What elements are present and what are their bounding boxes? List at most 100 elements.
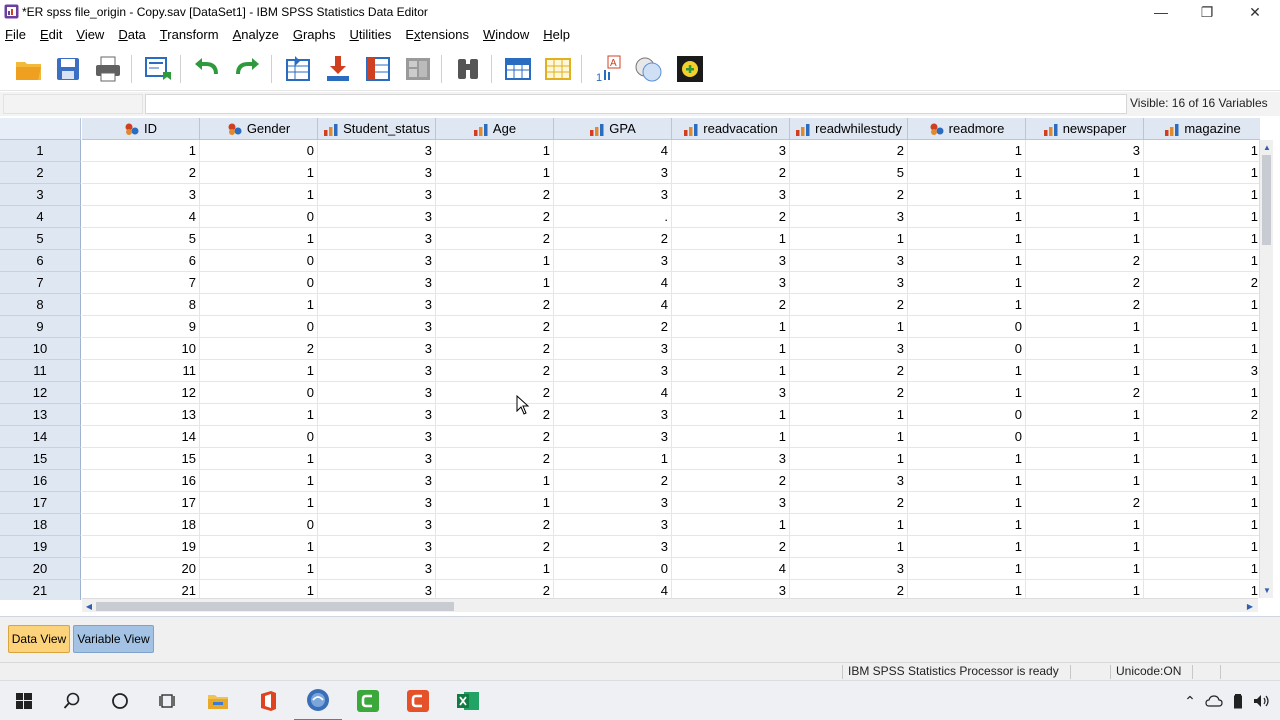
data-cell[interactable]: 20	[82, 558, 200, 580]
data-cell[interactable]: 3	[790, 272, 908, 294]
data-cell[interactable]: 3	[318, 294, 436, 316]
data-cell[interactable]: 3	[554, 514, 672, 536]
data-cell[interactable]: 1	[1144, 184, 1260, 206]
data-cell[interactable]: 3	[790, 470, 908, 492]
data-cell[interactable]: 1	[1144, 580, 1260, 600]
data-cell[interactable]: 3	[672, 140, 790, 162]
data-cell[interactable]: 1	[908, 580, 1026, 600]
data-cell[interactable]: 2	[672, 536, 790, 558]
grid-corner[interactable]	[0, 118, 81, 140]
vertical-scroll-thumb[interactable]	[1262, 155, 1271, 245]
data-cell[interactable]: 1	[436, 250, 554, 272]
data-cell[interactable]: 1	[908, 206, 1026, 228]
camtasia-recorder-icon[interactable]	[394, 681, 442, 720]
scroll-left-icon[interactable]: ◀	[83, 600, 95, 612]
data-cell[interactable]: 1	[672, 316, 790, 338]
data-cell[interactable]: 2	[672, 162, 790, 184]
data-cell[interactable]: .	[554, 206, 672, 228]
data-cell[interactable]: 1	[672, 228, 790, 250]
data-cell[interactable]: 1	[908, 360, 1026, 382]
data-cell[interactable]: 2	[790, 360, 908, 382]
data-cell[interactable]: 13	[82, 404, 200, 426]
data-cell[interactable]: 1	[1144, 470, 1260, 492]
data-cell[interactable]: 2	[436, 184, 554, 206]
data-cell[interactable]: 3	[554, 338, 672, 360]
data-cell[interactable]: 1	[1026, 580, 1144, 600]
scroll-right-icon[interactable]: ▶	[1244, 600, 1256, 612]
spss-icon[interactable]	[294, 681, 342, 720]
insert-cases-button[interactable]	[501, 52, 535, 86]
row-header[interactable]: 11	[0, 360, 81, 382]
data-cell[interactable]: 4	[554, 294, 672, 316]
menu-help[interactable]: Help	[538, 24, 579, 46]
data-cell[interactable]: 2	[790, 492, 908, 514]
column-header-student_status[interactable]: Student_status	[318, 118, 436, 140]
data-cell[interactable]: 2	[1144, 404, 1260, 426]
undo-button[interactable]	[190, 52, 224, 86]
data-cell[interactable]: 1	[908, 250, 1026, 272]
data-cell[interactable]: 1	[1144, 140, 1260, 162]
data-cell[interactable]: 1	[82, 140, 200, 162]
row-header[interactable]: 7	[0, 272, 81, 294]
data-cell[interactable]: 2	[436, 536, 554, 558]
data-cell[interactable]: 1	[1144, 206, 1260, 228]
data-cell[interactable]: 3	[554, 404, 672, 426]
data-cell[interactable]: 2	[436, 338, 554, 360]
data-cell[interactable]: 3	[672, 580, 790, 600]
data-cell[interactable]: 5	[82, 228, 200, 250]
camtasia-icon[interactable]	[344, 681, 392, 720]
column-header-age[interactable]: Age	[436, 118, 554, 140]
office-icon[interactable]	[244, 681, 292, 720]
data-cell[interactable]: 2	[1026, 250, 1144, 272]
row-header[interactable]: 5	[0, 228, 81, 250]
horizontal-scrollbar[interactable]: ◀ ▶	[82, 598, 1258, 612]
search-icon[interactable]	[48, 681, 96, 720]
menu-analyze[interactable]: Analyze	[228, 24, 288, 46]
data-cell[interactable]: 3	[318, 140, 436, 162]
row-header[interactable]: 10	[0, 338, 81, 360]
find-button[interactable]	[451, 52, 485, 86]
excel-icon[interactable]	[444, 681, 492, 720]
data-cell[interactable]: 2	[1026, 492, 1144, 514]
data-cell[interactable]: 15	[82, 448, 200, 470]
data-cell[interactable]: 2	[790, 184, 908, 206]
data-cell[interactable]: 1	[1026, 316, 1144, 338]
data-cell[interactable]: 3	[554, 184, 672, 206]
data-cell[interactable]: 1	[1144, 558, 1260, 580]
data-cell[interactable]: 0	[200, 426, 318, 448]
data-cell[interactable]: 7	[82, 272, 200, 294]
data-cell[interactable]: 3	[318, 470, 436, 492]
data-cell[interactable]: 10	[82, 338, 200, 360]
data-cell[interactable]: 2	[790, 580, 908, 600]
data-cell[interactable]: 2	[1026, 382, 1144, 404]
file-explorer-icon[interactable]	[194, 681, 242, 720]
task-view-icon[interactable]	[144, 681, 192, 720]
row-header[interactable]: 18	[0, 514, 81, 536]
data-cell[interactable]: 1	[1026, 338, 1144, 360]
data-cell[interactable]: 1	[554, 448, 672, 470]
data-cell[interactable]: 1	[1144, 426, 1260, 448]
data-cell[interactable]: 3	[554, 536, 672, 558]
row-header[interactable]: 9	[0, 316, 81, 338]
menu-utilities[interactable]: Utilities	[344, 24, 400, 46]
data-cell[interactable]: 3	[554, 492, 672, 514]
data-cell[interactable]: 4	[554, 272, 672, 294]
variables-button[interactable]	[361, 52, 395, 86]
data-cell[interactable]: 1	[908, 184, 1026, 206]
scroll-up-icon[interactable]: ▲	[1261, 141, 1273, 153]
data-cell[interactable]: 3	[672, 448, 790, 470]
horizontal-scroll-thumb[interactable]	[96, 602, 454, 611]
menu-view[interactable]: View	[71, 24, 113, 46]
data-cell[interactable]: 1	[908, 492, 1026, 514]
data-cell[interactable]: 1	[200, 360, 318, 382]
data-cell[interactable]: 8	[82, 294, 200, 316]
data-cell[interactable]: 17	[82, 492, 200, 514]
data-cell[interactable]: 3	[554, 360, 672, 382]
data-cell[interactable]: 2	[790, 140, 908, 162]
data-cell[interactable]: 2	[82, 162, 200, 184]
data-cell[interactable]: 1	[436, 162, 554, 184]
column-header-readwhilestudy[interactable]: readwhilestudy	[790, 118, 908, 140]
data-cell[interactable]: 4	[554, 140, 672, 162]
data-cell[interactable]: 1	[790, 448, 908, 470]
data-cell[interactable]: 2	[554, 470, 672, 492]
